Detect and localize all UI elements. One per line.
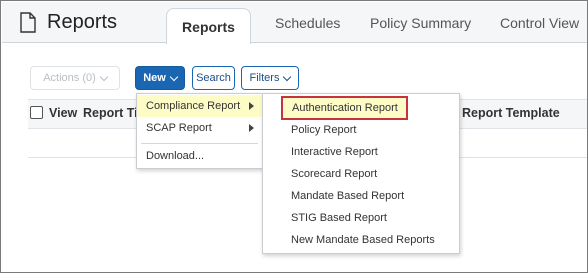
new-label: New: [143, 72, 166, 84]
menu-item-label: New Mandate Based Reports: [291, 234, 435, 246]
menu-item-download[interactable]: Download...: [137, 145, 262, 167]
menu-item-authentication-report[interactable]: Authentication Report: [281, 96, 408, 120]
tab-policy-summary[interactable]: Policy Summary: [370, 15, 471, 31]
filters-button[interactable]: Filters: [241, 66, 299, 90]
menu-item-policy-report[interactable]: Policy Report: [263, 119, 459, 141]
column-view[interactable]: View: [49, 106, 77, 120]
actions-button[interactable]: Actions (0): [30, 66, 120, 90]
tab-control-view[interactable]: Control View: [500, 15, 579, 31]
actions-label: Actions (0): [43, 72, 96, 84]
menu-item-label: SCAP Report: [146, 122, 212, 134]
menu-item-interactive-report[interactable]: Interactive Report: [263, 141, 459, 163]
menu-item-label: STIG Based Report: [291, 212, 387, 224]
select-all-checkbox[interactable]: [30, 106, 43, 119]
search-label: Search: [196, 72, 231, 84]
new-dropdown-menu: Compliance Report SCAP Report Download..…: [136, 93, 263, 169]
menu-divider: [141, 143, 258, 144]
menu-item-label: Download...: [146, 150, 205, 162]
column-report-template[interactable]: Report Template: [462, 106, 560, 120]
caret-right-icon: [249, 124, 254, 132]
menu-item-label: Mandate Based Report: [291, 190, 405, 202]
menu-item-label: Scorecard Report: [291, 168, 378, 180]
menu-item-label: Compliance Report: [146, 100, 241, 112]
filters-label: Filters: [249, 72, 280, 84]
menu-item-scorecard-report[interactable]: Scorecard Report: [263, 163, 459, 185]
menu-item-scap-report[interactable]: SCAP Report: [137, 117, 262, 139]
chevron-down-icon: [99, 72, 109, 81]
menu-item-label: Interactive Report: [291, 146, 378, 158]
menu-item-label: Policy Report: [291, 124, 357, 136]
chevron-down-icon: [169, 72, 179, 81]
document-icon: [20, 12, 36, 38]
app-window: Reports Reports Schedules Policy Summary…: [0, 0, 588, 273]
search-button[interactable]: Search: [192, 66, 235, 90]
compliance-report-submenu: Authentication Report Policy Report Inte…: [262, 93, 460, 254]
tab-reports[interactable]: Reports: [166, 8, 251, 44]
new-button[interactable]: New: [135, 66, 185, 90]
menu-item-mandate-based-report[interactable]: Mandate Based Report: [263, 185, 459, 207]
menu-item-new-mandate-based-reports[interactable]: New Mandate Based Reports: [263, 229, 459, 251]
chevron-down-icon: [283, 72, 292, 81]
page-title: Reports: [47, 11, 118, 33]
menu-item-compliance-report[interactable]: Compliance Report: [137, 95, 262, 117]
menu-item-stig-based-report[interactable]: STIG Based Report: [263, 207, 459, 229]
page-header: Reports Reports Schedules Policy Summary…: [2, 2, 587, 44]
tab-schedules[interactable]: Schedules: [275, 15, 340, 31]
caret-right-icon: [249, 102, 254, 110]
column-report-title[interactable]: Report Ti: [83, 106, 138, 120]
menu-item-label: Authentication Report: [292, 102, 398, 114]
